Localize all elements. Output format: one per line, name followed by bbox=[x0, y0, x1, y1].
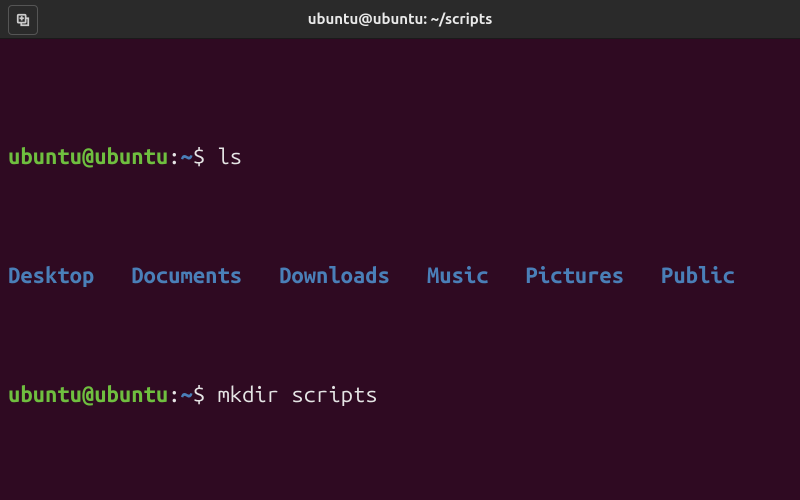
prompt-user: ubuntu@ubuntu bbox=[8, 382, 168, 407]
dir-documents: Documents bbox=[131, 263, 242, 288]
cmd-text: ls bbox=[205, 144, 242, 169]
cmd-text: mkdir scripts bbox=[205, 382, 377, 407]
terminal-line: ubuntu@ubuntu:~$ mkdir scripts bbox=[8, 380, 792, 410]
new-tab-icon bbox=[16, 13, 30, 27]
prompt-dollar: $ bbox=[193, 144, 205, 169]
dir-downloads: Downloads bbox=[279, 263, 390, 288]
prompt-sep: : bbox=[168, 144, 180, 169]
dir-pictures: Pictures bbox=[526, 263, 625, 288]
dir-music: Music bbox=[427, 263, 489, 288]
prompt-path: ~ bbox=[181, 144, 193, 169]
terminal-body[interactable]: ubuntu@ubuntu:~$ ls Desktop Documents Do… bbox=[0, 39, 800, 500]
dir-public: Public bbox=[661, 263, 735, 288]
prompt-user: ubuntu@ubuntu bbox=[8, 144, 168, 169]
prompt-dollar: $ bbox=[193, 382, 205, 407]
window-title: ubuntu@ubuntu: ~/scripts bbox=[308, 9, 493, 29]
new-tab-button[interactable] bbox=[8, 5, 38, 35]
terminal-line: ubuntu@ubuntu:~$ ls bbox=[8, 142, 792, 172]
prompt-sep: : bbox=[168, 382, 180, 407]
window-titlebar: ubuntu@ubuntu: ~/scripts bbox=[0, 0, 800, 39]
dir-desktop: Desktop bbox=[8, 263, 94, 288]
prompt-path: ~ bbox=[181, 382, 193, 407]
ls-output: Desktop Documents Downloads Music Pictur… bbox=[8, 261, 792, 291]
